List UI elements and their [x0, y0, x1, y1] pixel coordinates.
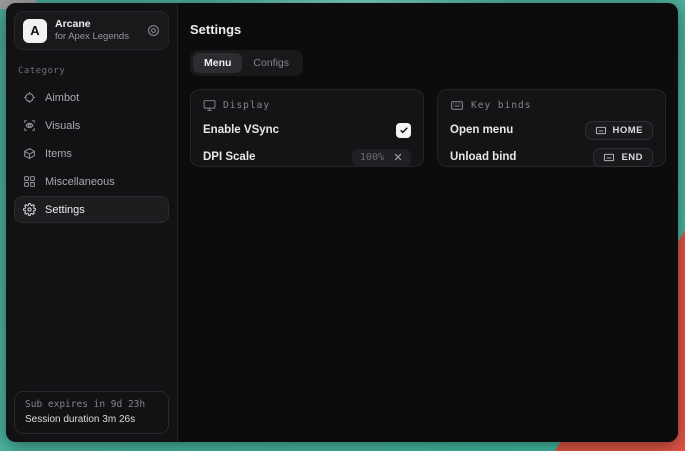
desktop-background: A Arcane for Apex Legends Category [0, 0, 685, 451]
sidebar-item-label: Visuals [45, 120, 80, 132]
sidebar-item-settings[interactable]: Settings [14, 196, 169, 223]
eye-icon [23, 119, 36, 132]
sub-expires-text: Sub expires in 9d 23h [25, 399, 158, 410]
session-duration-text: Session duration 3m 26s [25, 414, 158, 425]
sidebar-item-label: Items [45, 148, 72, 160]
app-name: Arcane [55, 18, 139, 31]
category-label: Category [18, 66, 165, 76]
grid-icon [23, 175, 36, 188]
sidebar-item-label: Miscellaneous [45, 176, 115, 188]
keyboard-icon [595, 125, 607, 136]
sidebar: A Arcane for Apex Legends Category [6, 3, 178, 442]
unload-bind-row: Unload bind END [450, 148, 653, 166]
app-subtitle: for Apex Legends [55, 31, 139, 43]
page-title: Settings [190, 22, 666, 37]
dpi-scale-value: 100% [360, 152, 384, 163]
unload-bind-key: END [621, 152, 643, 163]
cards-row: Display Enable VSync DPI Scale [190, 89, 666, 167]
sidebar-item-items[interactable]: Items [14, 140, 169, 167]
open-menu-row: Open menu HOME [450, 121, 653, 139]
check-icon [399, 125, 409, 135]
monitor-icon [203, 99, 216, 112]
unload-bind-keybind-button[interactable]: END [593, 148, 653, 167]
sidebar-item-label: Aimbot [45, 92, 79, 104]
app-window: A Arcane for Apex Legends Category [6, 3, 678, 442]
open-menu-keybind-button[interactable]: HOME [585, 121, 654, 140]
open-menu-label: Open menu [450, 124, 513, 136]
support-icon[interactable] [147, 24, 160, 37]
dpi-scale-input[interactable]: 100% [352, 149, 411, 166]
keyboard-icon [603, 152, 615, 163]
enable-vsync-checkbox[interactable] [396, 123, 411, 138]
unload-bind-label: Unload bind [450, 151, 516, 163]
enable-vsync-label: Enable VSync [203, 124, 279, 136]
gear-icon [23, 203, 36, 216]
tab-bar: Menu Configs [190, 50, 303, 76]
sidebar-item-visuals[interactable]: Visuals [14, 112, 169, 139]
open-menu-key: HOME [613, 125, 644, 136]
tab-menu[interactable]: Menu [193, 53, 242, 73]
display-card-title: Display [223, 100, 270, 111]
tab-configs[interactable]: Configs [242, 53, 300, 73]
crosshair-icon [23, 91, 36, 104]
keyboard-icon [450, 99, 464, 112]
subscription-box: Sub expires in 9d 23h Session duration 3… [14, 391, 169, 434]
display-card: Display Enable VSync DPI Scale [190, 89, 424, 167]
sidebar-item-aimbot[interactable]: Aimbot [14, 84, 169, 111]
package-icon [23, 147, 36, 160]
dpi-scale-label: DPI Scale [203, 151, 255, 163]
enable-vsync-row: Enable VSync [203, 121, 411, 139]
sidebar-item-label: Settings [45, 204, 85, 216]
keybinds-card-title: Key binds [471, 100, 531, 111]
brand-card: A Arcane for Apex Legends [14, 11, 169, 50]
keybinds-card: Key binds Open menu HOME [437, 89, 666, 167]
app-logo: A [23, 19, 47, 43]
main-content: Settings Menu Configs Display [178, 3, 678, 442]
sidebar-item-miscellaneous[interactable]: Miscellaneous [14, 168, 169, 195]
dpi-scale-row: DPI Scale 100% [203, 148, 411, 166]
clear-icon[interactable] [393, 152, 403, 162]
